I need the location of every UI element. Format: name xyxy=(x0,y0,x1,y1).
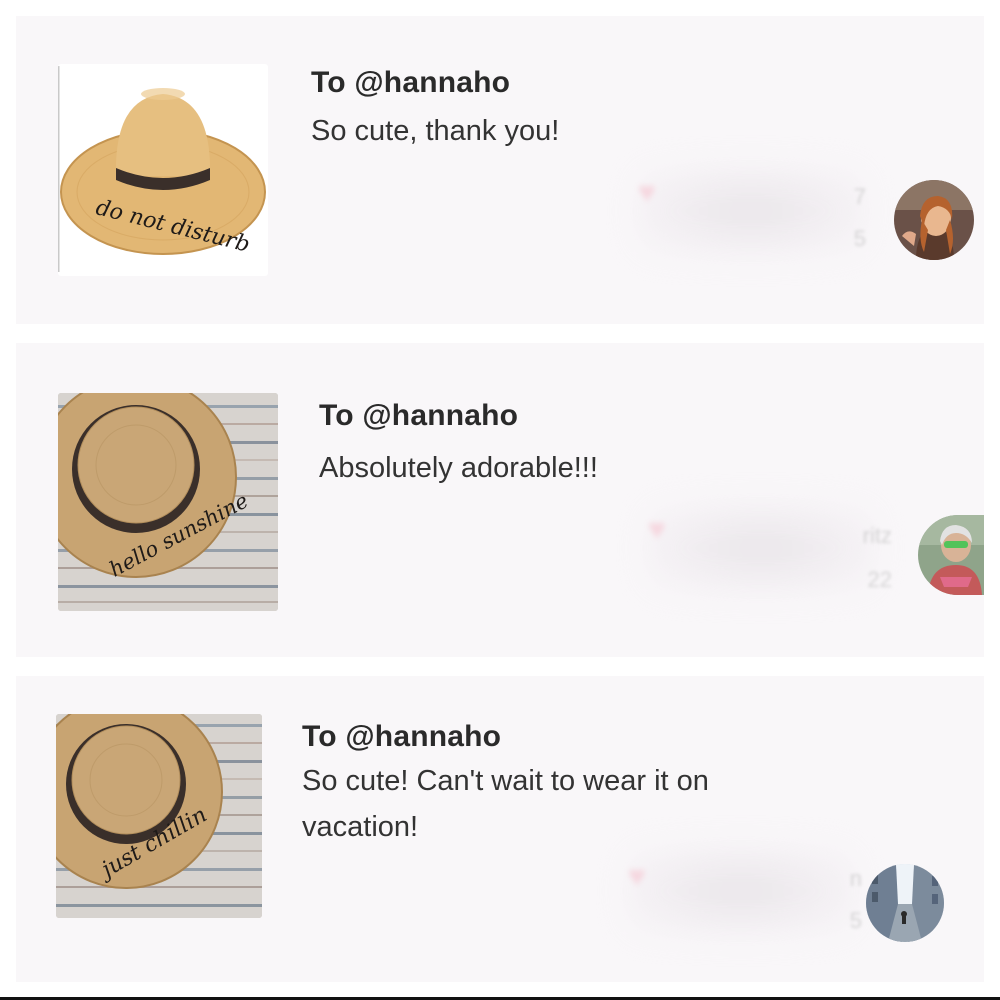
comment-text: Absolutely adorable!!! xyxy=(319,452,598,484)
heart-icon[interactable]: ♥ xyxy=(628,860,646,894)
commenter-name: ritz xyxy=(862,523,892,548)
comment-recipient[interactable]: To @hannaho xyxy=(302,720,501,754)
comment-time: 5 xyxy=(853,226,866,251)
comment-card[interactable]: just chillin To @hannaho So cute! Can't … xyxy=(16,676,984,982)
heart-icon[interactable]: ♥ xyxy=(648,513,666,547)
comment-card[interactable]: do not disturb To @hannaho So cute, than… xyxy=(16,16,984,324)
comment-recipient[interactable]: To @hannaho xyxy=(319,399,518,433)
product-thumbnail[interactable]: just chillin xyxy=(56,714,262,918)
commenter-avatar[interactable] xyxy=(866,864,944,942)
comment-text: So cute, thank you! xyxy=(311,115,560,147)
straw-hat-image xyxy=(56,714,262,918)
heart-icon[interactable]: ♥ xyxy=(638,176,656,210)
product-thumbnail[interactable]: do not disturb xyxy=(58,64,268,276)
commenter-name: n xyxy=(849,866,862,891)
commenter-avatar[interactable] xyxy=(894,180,974,260)
commenter-avatar[interactable] xyxy=(918,515,984,595)
product-thumbnail[interactable]: hello sunshine xyxy=(58,393,278,611)
comment-card[interactable]: hello sunshine To @hannaho Absolutely ad… xyxy=(16,343,984,657)
comment-text: So cute! Can't wait to wear it on vacati… xyxy=(302,765,709,843)
commenter-name: 7 xyxy=(853,184,866,209)
comment-time: 22 xyxy=(867,567,892,592)
comment-time: 5 xyxy=(849,908,862,933)
comment-recipient[interactable]: To @hannaho xyxy=(311,66,510,100)
